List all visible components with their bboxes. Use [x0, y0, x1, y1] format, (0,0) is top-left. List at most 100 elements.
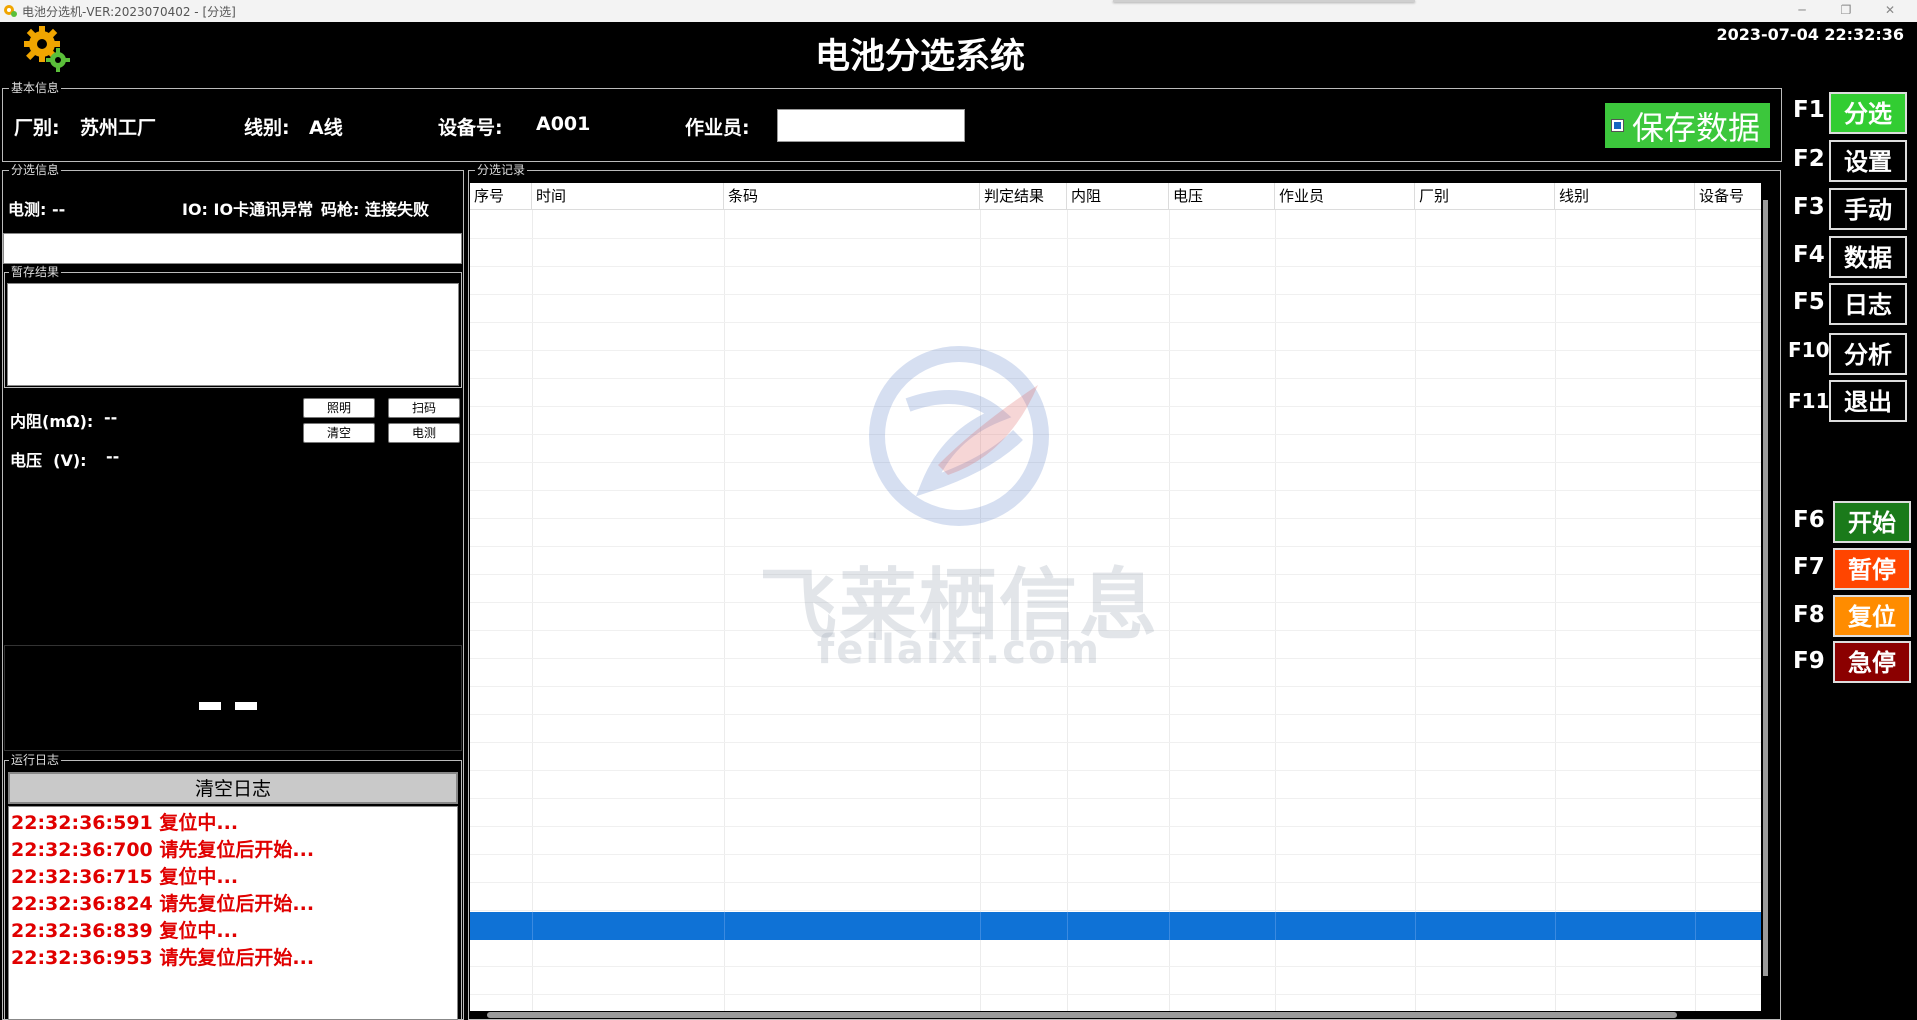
log-line: 22:32:36:953 请先复位后开始...	[11, 947, 315, 969]
grid-row-line	[470, 658, 1761, 659]
col-header-line[interactable]: 线别	[1555, 183, 1695, 210]
scan-button[interactable]: 扫码	[388, 398, 460, 418]
save-data-button[interactable]: 保存数据	[1605, 103, 1770, 148]
row-divider	[980, 912, 981, 940]
col-header-device[interactable]: 设备号	[1695, 183, 1761, 210]
horizontal-scrollbar[interactable]	[487, 1012, 1677, 1018]
io-status: IO: IO卡通讯异常	[182, 200, 314, 219]
sort-button[interactable]: 分选	[1829, 92, 1907, 134]
result-display	[4, 645, 462, 751]
grid-row-line	[470, 714, 1761, 715]
row-divider	[1695, 912, 1696, 940]
fkey-label-f7: F7	[1793, 554, 1825, 580]
line-value: A线	[309, 117, 343, 139]
col-header-resistance[interactable]: 内阻	[1067, 183, 1169, 210]
save-checkbox[interactable]	[1611, 119, 1624, 132]
grid-row-line	[470, 266, 1761, 267]
temp-result-area[interactable]	[7, 283, 459, 386]
col-header-index[interactable]: 序号	[470, 183, 532, 210]
app-title: 电池分选系统	[814, 37, 1025, 77]
log-line: 22:32:36:700 请先复位后开始...	[11, 839, 315, 861]
grid-row-line	[470, 798, 1761, 799]
scanner-status: 码枪: 连接失败	[321, 200, 429, 219]
manual-button[interactable]: 手动	[1829, 188, 1907, 230]
grid-row-line	[470, 826, 1761, 827]
device-value: A001	[536, 113, 591, 135]
light-button[interactable]: 照明	[303, 398, 375, 418]
grid-row-line	[470, 770, 1761, 771]
row-divider	[532, 912, 533, 940]
fkey-label-f6: F6	[1793, 507, 1825, 533]
barcode-input[interactable]	[3, 233, 462, 264]
records-legend: 分选记录	[475, 163, 528, 177]
grid-col-line	[1695, 210, 1696, 1011]
test-button[interactable]: 电测	[388, 423, 460, 443]
pause-button[interactable]: 暂停	[1833, 548, 1911, 590]
basic-info-legend: 基本信息	[9, 81, 62, 95]
grid-row-line	[470, 378, 1761, 379]
grid-row-line	[470, 686, 1761, 687]
row-divider	[1169, 912, 1170, 940]
device-label: 设备号:	[438, 117, 503, 139]
log-line: 22:32:36:839 复位中...	[11, 920, 239, 942]
grid-col-line	[724, 210, 725, 1011]
row-divider	[724, 912, 725, 940]
row-divider	[1275, 912, 1276, 940]
grid-row-line	[470, 322, 1761, 323]
clear-button[interactable]: 清空	[303, 423, 375, 443]
close-icon[interactable]: ✕	[1870, 0, 1910, 22]
grid-row-line	[470, 574, 1761, 575]
operator-input[interactable]	[777, 109, 965, 142]
grid-row-line	[470, 966, 1761, 967]
maximize-icon[interactable]: ❐	[1826, 0, 1866, 22]
row-divider	[1415, 912, 1416, 940]
grid-row-line	[470, 854, 1761, 855]
col-header-factory[interactable]: 厂别	[1415, 183, 1555, 210]
log-button[interactable]: 日志	[1829, 283, 1907, 325]
minimize-icon[interactable]: ─	[1782, 0, 1822, 22]
records-table[interactable]: 序号 时间 条码 判定结果 内阻 电压 作业员 厂别 线别 设备号	[470, 183, 1761, 1011]
resistance-label: 内阻(mΩ):	[10, 412, 94, 431]
grid-col-line	[1275, 210, 1276, 1011]
fkey-label-f8: F8	[1793, 602, 1825, 628]
fkey-label-f5: F5	[1793, 289, 1825, 315]
grid-col-line	[1169, 210, 1170, 1011]
grid-row-line	[470, 238, 1761, 239]
exit-button[interactable]: 退出	[1829, 380, 1907, 422]
voltage-value: --	[106, 447, 120, 466]
table-row-selected[interactable]	[470, 912, 1761, 940]
grid-row-line	[470, 910, 1761, 911]
row-divider	[1067, 912, 1068, 940]
settings-button[interactable]: 设置	[1829, 140, 1907, 182]
sort-info-legend: 分选信息	[9, 163, 62, 177]
log-line: 22:32:36:715 复位中...	[11, 866, 239, 888]
col-header-voltage[interactable]: 电压	[1169, 183, 1275, 210]
col-header-operator[interactable]: 作业员	[1275, 183, 1415, 210]
clear-log-button[interactable]: 清空日志	[8, 772, 458, 804]
grid-col-line	[1415, 210, 1416, 1011]
grid-row-line	[470, 882, 1761, 883]
window-titlebar: 电池分选机-VER:2023070402 - [分选] ─ ❐ ✕	[0, 0, 1917, 22]
grid-col-line	[980, 210, 981, 1011]
vertical-scrollbar[interactable]	[1763, 200, 1768, 976]
fkey-label-f2: F2	[1793, 146, 1825, 172]
row-divider	[1555, 912, 1556, 940]
line-label: 线别:	[244, 117, 290, 139]
analysis-button[interactable]: 分析	[1829, 333, 1907, 375]
col-header-result[interactable]: 判定结果	[980, 183, 1067, 210]
reset-button[interactable]: 复位	[1833, 595, 1911, 637]
estop-button[interactable]: 急停	[1833, 641, 1911, 683]
grid-row-line	[470, 546, 1761, 547]
resistance-value: --	[104, 408, 118, 427]
log-line: 22:32:36:591 复位中...	[11, 812, 239, 834]
start-button[interactable]: 开始	[1833, 501, 1911, 543]
grid-row-line	[470, 406, 1761, 407]
window-title: 电池分选机-VER:2023070402 - [分选]	[22, 5, 236, 19]
popup-edge	[1113, 0, 1415, 2]
data-button[interactable]: 数据	[1829, 236, 1907, 278]
col-header-barcode[interactable]: 条码	[724, 183, 980, 210]
factory-value: 苏州工厂	[80, 117, 157, 139]
col-header-time[interactable]: 时间	[532, 183, 724, 210]
dash-mark	[235, 702, 257, 710]
records-table-header: 序号 时间 条码 判定结果 内阻 电压 作业员 厂别 线别 设备号	[470, 183, 1761, 210]
